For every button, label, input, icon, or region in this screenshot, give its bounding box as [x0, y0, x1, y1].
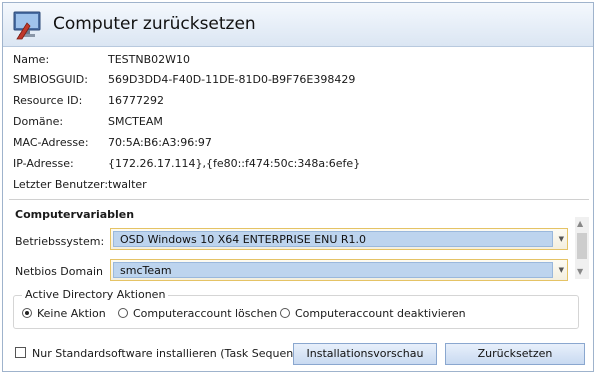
info-label: SMBIOSGUID: — [13, 73, 88, 86]
dialog-title: Computer zurücksetzen — [53, 14, 256, 34]
info-value: 70:5A:B6:A3:96:97 — [108, 136, 212, 149]
radio-label: Keine Aktion — [37, 307, 106, 320]
netbios-label: Netbios Domain — [15, 265, 103, 278]
scroll-down-icon[interactable]: ▼ — [577, 267, 583, 276]
radio-label: Computeraccount deaktivieren — [295, 307, 466, 320]
netbios-selected-value: smcTeam — [113, 262, 553, 278]
standard-software-checkbox[interactable]: Nur Standardsoftware installieren (Task … — [15, 347, 314, 360]
info-value: 569D3DD4-F40D-11DE-81D0-B9F76E398429 — [108, 73, 356, 86]
info-label: Domäne: — [13, 115, 64, 128]
os-dropdown[interactable]: OSD Windows 10 X64 ENTERPRISE ENU R1.0 ▼ — [110, 228, 568, 250]
radio-unselected-icon — [280, 308, 290, 318]
title-bar: Computer zurücksetzen — [3, 3, 593, 47]
os-label: Betriebssystem: — [15, 235, 105, 248]
info-value: SMCTEAM — [108, 115, 163, 128]
scroll-up-icon[interactable]: ▲ — [577, 219, 583, 228]
scrollbar-thumb[interactable] — [577, 233, 587, 259]
installation-preview-button[interactable]: Installationsvorschau — [293, 343, 437, 365]
checkbox-icon — [15, 347, 26, 358]
radio-label: Computeraccount löschen — [133, 307, 278, 320]
info-label: IP-Adresse: — [13, 157, 74, 170]
radio-unselected-icon — [118, 308, 128, 318]
ad-actions-group: Active Directory Aktionen Keine Aktion C… — [13, 288, 579, 329]
info-label: Name: — [13, 53, 50, 66]
checkbox-label: Nur Standardsoftware installieren (Task … — [32, 347, 314, 360]
info-value: TESTNB02W10 — [108, 53, 191, 66]
info-label: Resource ID: — [13, 94, 83, 107]
chevron-down-icon: ▼ — [558, 266, 564, 274]
info-label: MAC-Adresse: — [13, 136, 89, 149]
info-value: {172.26.17.114},{fe80::f474:50c:348a:6ef… — [108, 157, 361, 170]
section-divider — [9, 199, 589, 200]
info-label: Letzter Benutzer: — [13, 178, 109, 191]
chevron-down-icon: ▼ — [558, 235, 564, 243]
ad-actions-legend: Active Directory Aktionen — [22, 288, 169, 301]
os-selected-value: OSD Windows 10 X64 ENTERPRISE ENU R1.0 — [113, 231, 553, 247]
radio-account-deaktivieren[interactable]: Computeraccount deaktivieren — [280, 307, 466, 320]
radio-selected-icon — [22, 308, 32, 318]
computer-reset-icon — [13, 11, 41, 40]
reset-computer-dialog: Computer zurücksetzen Name: TESTNB02W10 … — [2, 2, 594, 372]
netbios-dropdown[interactable]: smcTeam ▼ — [110, 259, 568, 281]
reset-button[interactable]: Zurücksetzen — [445, 343, 585, 365]
info-value: twalter — [108, 178, 147, 191]
variables-scrollbar[interactable]: ▲ ▼ — [575, 217, 589, 279]
computer-variables-heading: Computervariablen — [15, 208, 135, 221]
info-value: 16777292 — [108, 94, 164, 107]
radio-keine-aktion[interactable]: Keine Aktion — [22, 307, 106, 320]
radio-account-loeschen[interactable]: Computeraccount löschen — [118, 307, 277, 320]
